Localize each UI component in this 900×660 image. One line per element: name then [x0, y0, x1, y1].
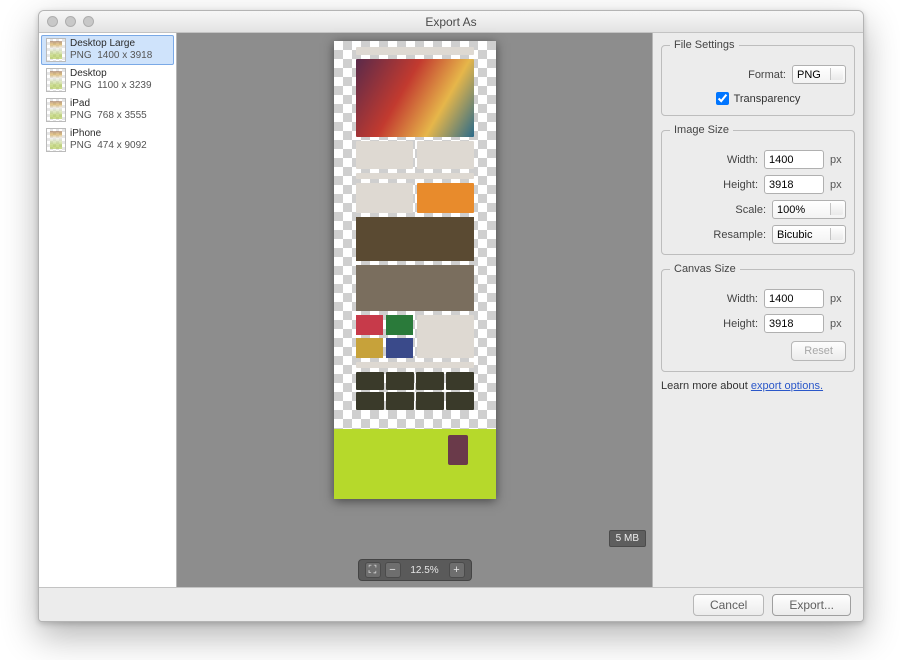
unit-label: px [830, 179, 846, 191]
asset-thumbnail [46, 68, 66, 92]
chevron-updown-icon: ⇅ [834, 230, 841, 239]
asset-name: iPhone [70, 128, 147, 140]
fit-screen-icon[interactable]: ⛶ [365, 562, 381, 578]
zoom-toolbar: ⛶ − 12.5% + [358, 559, 472, 581]
zoom-out-icon[interactable]: − [385, 562, 401, 578]
window-title: Export As [425, 15, 476, 29]
canvas-height-input[interactable] [764, 314, 824, 333]
close-icon[interactable] [47, 16, 58, 27]
height-label: Height: [702, 179, 758, 191]
image-size-legend: Image Size [670, 124, 733, 136]
format-select[interactable]: PNG [792, 65, 846, 84]
transparency-input[interactable] [716, 92, 729, 105]
canvas-size-group: Canvas Size Width: px Height: px Reset [661, 263, 855, 372]
preview-artwork [356, 47, 474, 429]
zoom-level: 12.5% [405, 565, 445, 576]
asset-item[interactable]: iPad PNG 768 x 3555 [41, 95, 174, 125]
asset-thumbnail [46, 128, 66, 152]
settings-panel: File Settings Format: PNG ⇅ Transparency [653, 33, 863, 587]
asset-item[interactable]: iPhone PNG 474 x 9092 [41, 125, 174, 155]
resample-select[interactable]: Bicubic [772, 225, 846, 244]
scale-label: Scale: [710, 204, 766, 216]
image-size-group: Image Size Width: px Height: px Scale: 1… [661, 124, 855, 255]
width-label: Width: [702, 154, 758, 166]
asset-dims: PNG 474 x 9092 [70, 140, 147, 152]
asset-thumbnail [46, 38, 66, 62]
chevron-updown-icon: ⇅ [834, 70, 841, 79]
titlebar: Export As [39, 11, 863, 33]
width-label: Width: [702, 293, 758, 305]
window-controls [47, 16, 94, 27]
preview-canvas[interactable] [334, 41, 496, 499]
canvas-size-legend: Canvas Size [670, 263, 740, 275]
format-label: Format: [730, 69, 786, 81]
canvas-width-input[interactable] [764, 289, 824, 308]
asset-dims: PNG 768 x 3555 [70, 110, 147, 122]
zoom-icon[interactable] [83, 16, 94, 27]
asset-item[interactable]: Desktop PNG 1100 x 3239 [41, 65, 174, 95]
resample-label: Resample: [710, 229, 766, 241]
asset-item[interactable]: Desktop Large PNG 1400 x 3918 [41, 35, 174, 65]
dialog-button-bar: Cancel Export... [39, 587, 863, 621]
asset-name: iPad [70, 98, 147, 110]
unit-label: px [830, 293, 846, 305]
cancel-button[interactable]: Cancel [693, 594, 764, 616]
asset-dims: PNG 1400 x 3918 [70, 50, 152, 62]
chevron-updown-icon: ⇅ [834, 205, 841, 214]
scale-select[interactable]: 100% [772, 200, 846, 219]
transparency-checkbox[interactable]: Transparency [670, 92, 846, 105]
asset-dims: PNG 1100 x 3239 [70, 80, 152, 92]
export-options-link[interactable]: export options. [751, 380, 823, 392]
asset-thumbnail [46, 98, 66, 122]
minimize-icon[interactable] [65, 16, 76, 27]
reset-button[interactable]: Reset [791, 341, 846, 361]
file-size-badge: 5 MB [609, 530, 646, 547]
export-dialog: Export As Desktop Large PNG 1400 x 3918 … [38, 10, 864, 622]
export-button[interactable]: Export... [772, 594, 851, 616]
help-text: Learn more about export options. [661, 380, 855, 392]
asset-name: Desktop Large [70, 38, 152, 50]
zoom-in-icon[interactable]: + [449, 562, 465, 578]
file-settings-group: File Settings Format: PNG ⇅ Transparency [661, 39, 855, 116]
asset-name: Desktop [70, 68, 152, 80]
asset-list: Desktop Large PNG 1400 x 3918 Desktop PN… [39, 33, 177, 587]
file-settings-legend: File Settings [670, 39, 739, 51]
image-width-input[interactable] [764, 150, 824, 169]
height-label: Height: [702, 318, 758, 330]
image-height-input[interactable] [764, 175, 824, 194]
unit-label: px [830, 154, 846, 166]
unit-label: px [830, 318, 846, 330]
preview-pane: 5 MB ⛶ − 12.5% + [177, 33, 653, 587]
